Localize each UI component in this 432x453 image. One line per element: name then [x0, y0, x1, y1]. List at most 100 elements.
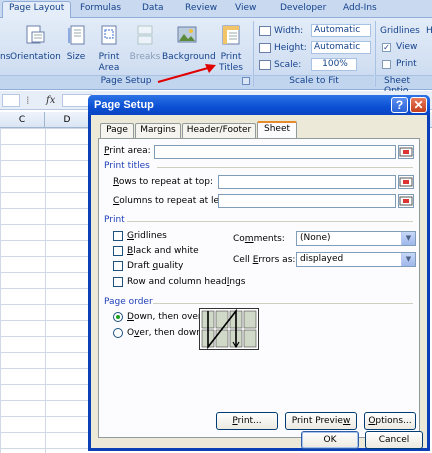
- tab-add-ins[interactable]: Add-Ins: [343, 3, 377, 13]
- tab-header-footer[interactable]: Header/Footer: [182, 123, 256, 138]
- breaks-icon: [134, 24, 156, 46]
- worksheet-grid[interactable]: [0, 128, 90, 453]
- cell-errors-label: Cell Errors as:: [233, 255, 296, 265]
- height-combo[interactable]: Automatic: [311, 41, 371, 54]
- over-then-down-radio[interactable]: [113, 328, 123, 338]
- cancel-button[interactable]: Cancel: [365, 431, 423, 449]
- print-titles-icon[interactable]: [220, 24, 242, 46]
- options-button[interactable]: Options...: [364, 412, 416, 430]
- page-order-section: Page order: [104, 297, 153, 307]
- draft-quality-checkbox[interactable]: [113, 261, 123, 271]
- column-header-d[interactable]: D: [45, 112, 90, 128]
- name-box[interactable]: [2, 94, 20, 107]
- gridlines-view-label: View: [396, 42, 418, 52]
- gridlines-view-checkbox[interactable]: ✓: [382, 43, 391, 52]
- print-preview-button[interactable]: Print Preview: [285, 412, 357, 430]
- down-then-over-label: Down, then over: [127, 312, 202, 322]
- orientation-button-label[interactable]: Orientation: [10, 52, 61, 62]
- tab-developer[interactable]: Developer: [280, 3, 326, 13]
- gridlines-checkbox[interactable]: [113, 231, 123, 241]
- orientation-icon[interactable]: [24, 24, 46, 46]
- height-label: Height:: [274, 43, 307, 53]
- size-button-label[interactable]: Size: [62, 52, 90, 62]
- scale-value: 100%: [322, 59, 348, 69]
- page-setup-dialog: Page Setup ? ✕ Page Margins Header/Foote…: [88, 95, 430, 451]
- cols-repeat-collapse-button[interactable]: [398, 194, 414, 208]
- print-area-icon[interactable]: [98, 24, 120, 46]
- tab-formulas[interactable]: Formulas: [80, 3, 121, 13]
- over-then-down-label: Over, then down: [127, 328, 202, 338]
- background-icon[interactable]: [176, 24, 198, 46]
- rows-repeat-collapse-button[interactable]: [398, 175, 414, 189]
- gridlines-print-checkbox[interactable]: [382, 60, 391, 69]
- height-value: Automatic: [314, 42, 361, 52]
- dialog-title-bar[interactable]: Page Setup ? ✕: [88, 95, 430, 115]
- ribbon-tab-bar: Page Layout Formulas Data Review View De…: [0, 0, 432, 19]
- close-button[interactable]: ✕: [410, 97, 427, 113]
- print-button[interactable]: Print...: [216, 412, 278, 430]
- black-white-label: Black and white: [127, 246, 199, 256]
- column-header-c[interactable]: C: [0, 112, 45, 128]
- tab-data[interactable]: Data: [142, 3, 164, 13]
- dialog-title: Page Setup: [94, 99, 154, 111]
- print-area-collapse-button[interactable]: [398, 145, 414, 159]
- help-button[interactable]: ?: [391, 97, 408, 113]
- print-titles-label-1[interactable]: Print: [214, 52, 248, 62]
- print-titles-section: Print titles: [104, 161, 150, 171]
- print-titles-label-2[interactable]: Titles: [214, 63, 248, 73]
- size-icon[interactable]: [66, 24, 88, 46]
- scale-spinner[interactable]: 100%: [311, 58, 357, 71]
- width-label: Width:: [274, 26, 304, 36]
- section-divider: [127, 221, 413, 222]
- gridlines-label: Gridlines: [127, 231, 167, 241]
- headings-group-label: H: [426, 26, 432, 36]
- cols-repeat-label: Columns to repeat at left:: [113, 196, 229, 206]
- background-button-label[interactable]: Background: [162, 52, 216, 62]
- tab-page[interactable]: Page: [100, 123, 134, 138]
- margins-button-label[interactable]: ns: [0, 52, 10, 62]
- comments-select[interactable]: (None) ▼: [296, 231, 416, 246]
- tab-view[interactable]: View: [235, 3, 256, 13]
- width-value: Automatic: [314, 25, 361, 35]
- chevron-down-icon[interactable]: ▼: [401, 253, 415, 266]
- ok-button[interactable]: OK: [301, 431, 359, 449]
- width-icon: [259, 26, 271, 36]
- tab-margins[interactable]: Margins: [135, 123, 181, 138]
- chevron-down-icon[interactable]: ▼: [401, 232, 415, 245]
- breaks-button-label: Breaks: [129, 52, 161, 62]
- red-arrow-annotation: [157, 64, 216, 83]
- width-combo[interactable]: Automatic: [311, 24, 371, 37]
- scale-to-fit-group-label: Scale to Fit: [254, 75, 374, 89]
- row-col-headings-checkbox[interactable]: [113, 277, 123, 287]
- gridlines-print-label: Print: [396, 59, 417, 69]
- row-col-headings-label: Row and column headlngs: [127, 277, 246, 287]
- page-order-preview-icon: [199, 308, 259, 350]
- dialog-body: Page Margins Header/Footer Sheet Print a…: [91, 115, 427, 449]
- fx-icon[interactable]: fx: [46, 95, 55, 106]
- range-picker-icon: [399, 177, 413, 187]
- rows-repeat-label: Rows to repeat at top:: [113, 177, 214, 187]
- down-then-over-radio[interactable]: [113, 312, 123, 322]
- range-picker-icon: [399, 147, 413, 157]
- sheet-options-group-label: Sheet Optio: [376, 75, 432, 96]
- radio-selected-dot: [116, 315, 120, 319]
- rows-repeat-input[interactable]: [218, 175, 396, 189]
- cell-errors-value: displayed: [300, 254, 344, 264]
- ribbon: ns Orientation Size Print Area Breaks Ba…: [0, 18, 432, 96]
- print-area-label-2[interactable]: Area: [94, 63, 124, 73]
- comments-label: Comments:: [233, 234, 285, 244]
- tab-page-layout[interactable]: Page Layout: [2, 1, 72, 19]
- page-setup-launcher-icon[interactable]: [242, 77, 250, 85]
- tab-sheet[interactable]: Sheet: [257, 121, 297, 139]
- tab-review[interactable]: Review: [185, 3, 217, 13]
- print-area-label-1[interactable]: Print: [94, 52, 124, 62]
- sheet-tab-panel: Print area: Print titles Rows to repeat …: [98, 138, 420, 438]
- section-divider: [157, 167, 413, 168]
- print-area-input[interactable]: [154, 145, 396, 159]
- print-section: Print: [104, 215, 125, 225]
- cell-errors-select[interactable]: displayed ▼: [296, 252, 416, 267]
- range-picker-icon: [399, 196, 413, 206]
- black-white-checkbox[interactable]: [113, 246, 123, 256]
- cols-repeat-input[interactable]: [218, 194, 396, 208]
- scale-icon: [259, 60, 271, 70]
